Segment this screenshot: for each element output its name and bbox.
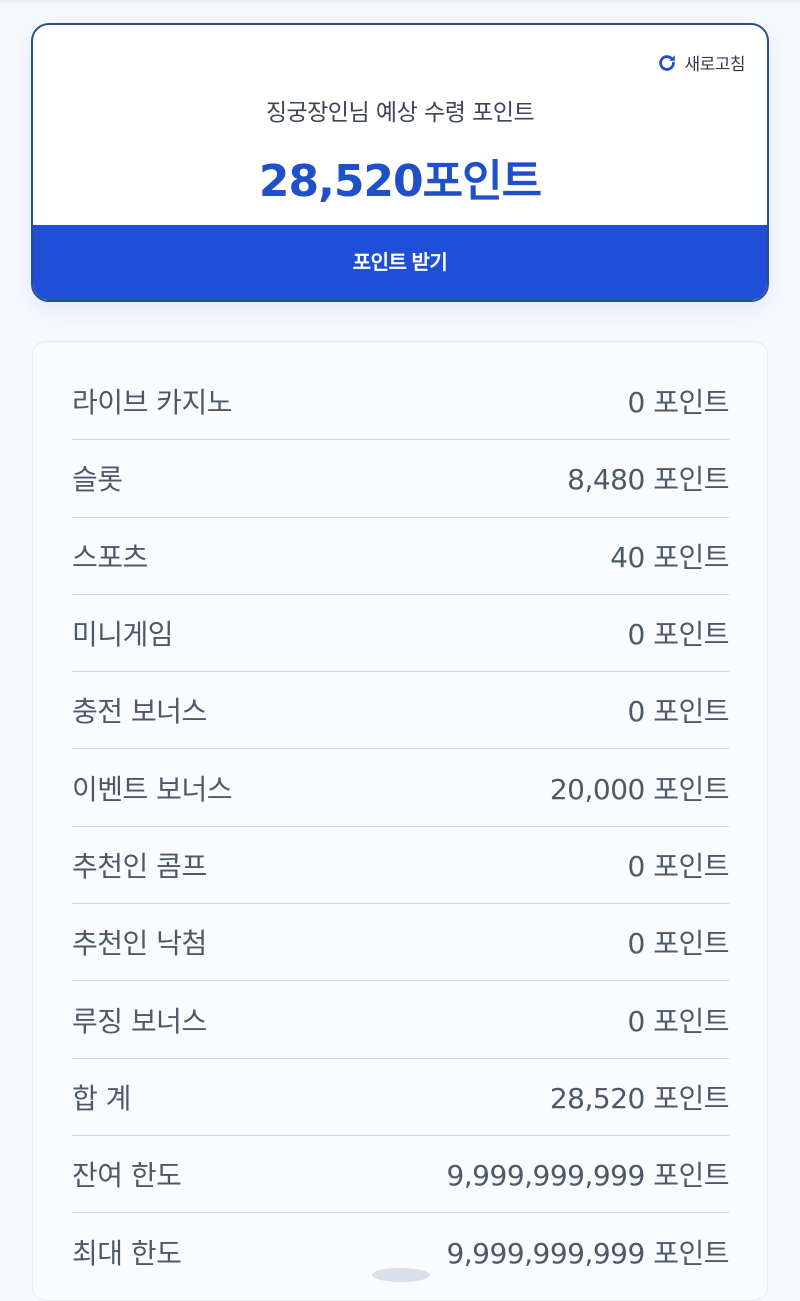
receive-points-button[interactable]: 포인트 받기 [33,225,767,300]
breakdown-row-referral-loss: 추천인 낙첨 0 포인트 [72,904,730,982]
refresh-icon [659,54,676,71]
scroll-hint [372,1268,430,1282]
row-value: 40 포인트 [610,540,729,574]
expected-points-amount: 28,520포인트 [258,156,542,207]
row-value: 0 포인트 [627,386,730,420]
row-label: 미니게임 [72,618,174,652]
breakdown-row-charge-bonus: 충전 보너스 0 포인트 [72,672,730,750]
expected-points-label: 징궁장인님 예상 수령 포인트 [265,100,535,126]
row-value: 0 포인트 [627,1004,730,1038]
row-value: 9,999,999,999 포인트 [446,1159,729,1193]
expected-points-card: 새로고침 징궁장인님 예상 수령 포인트 28,520포인트 포인트 받기 [31,23,769,302]
row-label: 추천인 콤프 [72,849,207,883]
row-value: 0 포인트 [627,695,730,729]
refresh-button[interactable]: 새로고침 [656,50,745,75]
breakdown-row-sports: 스포츠 40 포인트 [72,518,729,595]
breakdown-row-remaining-limit: 잔여 한도 9,999,999,999 포인트 [72,1136,729,1214]
row-value: 0 포인트 [627,849,730,883]
refresh-label: 새로고침 [684,55,745,75]
row-value: 20,000 포인트 [549,772,730,806]
breakdown-row-losing-bonus: 루징 보너스 0 포인트 [72,981,730,1059]
breakdown-row-referral-comp: 추천인 콤프 0 포인트 [72,827,730,905]
row-label: 잔여 한도 [72,1159,182,1193]
breakdown-row-event-bonus: 이벤트 보너스 20,000 포인트 [72,749,730,827]
row-label: 합 계 [72,1081,131,1115]
row-value: 0 포인트 [627,618,730,652]
row-label: 최대 한도 [72,1236,182,1270]
row-label: 라이브 카지노 [72,386,232,420]
row-label: 충전 보너스 [72,695,207,729]
row-label: 추천인 낙첨 [72,927,207,961]
row-value: 28,520 포인트 [549,1081,730,1115]
breakdown-row-total: 합 계 28,520 포인트 [72,1059,730,1136]
points-breakdown-list: 라이브 카지노 0 포인트 슬롯 8,480 포인트 스포츠 40 포인트 미니… [72,363,730,1291]
breakdown-row-live-casino: 라이브 카지노 0 포인트 [72,363,730,441]
row-value: 8,480 포인트 [567,463,729,497]
breakdown-row-minigame: 미니게임 0 포인트 [72,595,730,673]
breakdown-row-slot: 슬롯 8,480 포인트 [72,440,729,518]
row-value: 9,999,999,999 포인트 [446,1236,729,1270]
row-label: 루징 보너스 [72,1004,207,1038]
row-label: 이벤트 보너스 [72,772,232,806]
row-label: 슬롯 [72,463,123,497]
row-label: 스포츠 [72,540,148,574]
row-value: 0 포인트 [627,927,730,961]
points-breakdown-card: 라이브 카지노 0 포인트 슬롯 8,480 포인트 스포츠 40 포인트 미니… [32,341,768,1301]
top-shade [0,0,800,4]
